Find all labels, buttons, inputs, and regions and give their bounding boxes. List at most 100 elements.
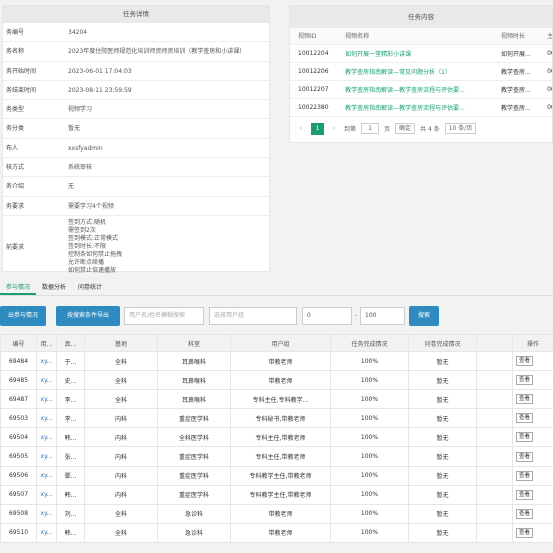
detail-value: 2023-06-01 17:04:03 (68, 67, 132, 75)
row-id: 69484 (0, 350, 37, 372)
row-survey-progress: 暂无 (408, 465, 477, 486)
row-username[interactable]: xy... (36, 503, 57, 524)
next-page-button[interactable]: › (329, 125, 339, 132)
table-row: 69487 xy... 李... 全科 耳鼻喉科 专科主任,专科教学... 100% 暂无 查看 (0, 389, 553, 410)
requirement-line: 如何禁止倍速播放 (68, 266, 117, 274)
video-duration: 教学查房... (493, 98, 540, 117)
row-actions: 查看 (512, 522, 553, 543)
row-department: 急诊科 (157, 522, 231, 543)
row-base: 全科 (84, 389, 158, 410)
detail-key: 务结束时间 (6, 86, 37, 94)
current-page[interactable]: 1 (311, 122, 324, 135)
tab-1[interactable]: 数据分析 (36, 282, 72, 295)
video-column-header: 视频ID (290, 28, 338, 45)
row-username[interactable]: xy... (36, 408, 57, 429)
row-task-progress: 100% (330, 408, 409, 429)
row-username[interactable]: xy... (36, 522, 57, 543)
view-button[interactable]: 查看 (516, 527, 534, 538)
row-user-group: 带教老师 (230, 370, 331, 391)
table-row: 69484 xy... 于... 全科 耳鼻喉科 带教老师 100% 暂无 查看 (0, 350, 553, 372)
detail-row: 务结束时间 2023-08-11 23:59:59 (3, 81, 269, 101)
table-row: 69506 xy... 鄧... 内科 重症医学科 专科教学主任,带教老师 100% 暂无 查看 (0, 465, 553, 486)
row-user-group: 带教老师 (230, 350, 331, 372)
column-header: 用户组 (230, 334, 331, 352)
row-department: 耳鼻喉科 (157, 350, 231, 372)
row-actions: 查看 (512, 503, 553, 524)
row-username[interactable]: xy... (36, 427, 57, 448)
total-count: 共 4 条 (420, 126, 440, 133)
row-username[interactable]: xy... (36, 389, 57, 410)
video-name-link[interactable]: 如何开展一堂精彩小讲课 (337, 44, 494, 63)
table-header: 编号 用... 真... 基地 科室 用户组 任务完成情况 问卷完成情况 操作 (0, 334, 553, 352)
tab-2[interactable]: 问卷统计 (72, 282, 108, 295)
row-spacer (476, 522, 513, 543)
goto-confirm-button[interactable]: 确定 (395, 123, 416, 134)
row-task-progress: 100% (330, 484, 409, 505)
view-button[interactable]: 查看 (516, 432, 534, 443)
detail-row: 核方式 系统审核 (3, 158, 269, 178)
video-speaker: 00:33 (539, 44, 552, 63)
row-spacer (476, 503, 513, 524)
row-username[interactable]: xy... (36, 446, 57, 467)
view-button[interactable]: 查看 (516, 394, 534, 405)
video-duration: 如何开展... (493, 44, 540, 63)
column-header: 用... (36, 334, 57, 352)
detail-row: 务名称 2023年度住院医师规范化培训师资师资培训（教学查房和小讲课） (3, 42, 269, 62)
row-realname: 李... (56, 389, 85, 410)
requirement-line: 允许断点续播 (68, 258, 105, 266)
video-name-link[interactable]: 教学查房指南解读—教学查房流程与评估要... (337, 80, 494, 99)
row-base: 内科 (84, 446, 158, 467)
view-button[interactable]: 查看 (516, 451, 534, 462)
view-button[interactable]: 查看 (516, 470, 534, 481)
export-participation-button[interactable]: 出参与情况 (0, 306, 46, 326)
tab-0[interactable]: 参与情况 (0, 282, 37, 295)
pagination: ‹ 1 › 到第 1 页 确定 共 4 条 10 条/页 (290, 117, 552, 135)
video-speaker: 00:33 (539, 98, 552, 117)
detail-value: 2023年度住院医师规范化培训师资师资培训（教学查房和小讲课） (68, 48, 246, 56)
video-table-body: 10012204如何开展一堂精彩小讲课如何开展...00:3310012206教… (290, 44, 552, 117)
search-input[interactable]: 用户名/姓名模糊搜索 (124, 307, 204, 325)
video-column-header: 主讲 (539, 28, 552, 45)
row-user-group: 专科教学主任,带教老师 (230, 465, 331, 486)
table-row: 69485 xy... 史... 全科 耳鼻喉科 带教老师 100% 暂无 查看 (0, 370, 553, 391)
row-username[interactable]: xy... (36, 370, 57, 391)
row-spacer (476, 408, 513, 429)
goto-page-input[interactable]: 1 (361, 123, 380, 134)
row-username[interactable]: xy... (36, 465, 57, 486)
video-name-link[interactable]: 教学查房指南解读—教学查房流程与评估要... (337, 98, 494, 117)
page-size-select[interactable]: 10 条/页 (444, 123, 477, 134)
detail-value: 暂无 (68, 125, 81, 133)
video-name-link[interactable]: 教学查房指南解读—常见问题分析（1） (337, 62, 494, 81)
range-dash: - (355, 312, 358, 319)
row-id: 69503 (0, 408, 37, 429)
row-user-group: 专科主任,带教老师 (230, 446, 331, 467)
row-department: 急诊科 (157, 503, 231, 524)
row-username[interactable]: xy... (36, 484, 57, 505)
view-button[interactable]: 查看 (516, 489, 534, 500)
row-department: 重症医学科 (157, 484, 231, 505)
view-button[interactable]: 查看 (516, 413, 534, 424)
export-by-search-button[interactable]: 按搜索条件导出 (56, 306, 120, 326)
user-group-select[interactable]: 选择用户组 (209, 307, 297, 325)
row-department: 全科医学科 (157, 427, 231, 448)
row-username[interactable]: xy... (36, 350, 57, 372)
video-id: 10022380 (290, 98, 338, 117)
min-progress-input[interactable]: 0 (302, 307, 352, 325)
toolbar: 出参与情况 按搜索条件导出 用户名/姓名模糊搜索 选择用户组 0 - 100 搜… (0, 306, 553, 326)
requirement-line: 签到方式:随机 (68, 218, 107, 226)
max-progress-input[interactable]: 100 (360, 307, 405, 325)
prev-page-button[interactable]: ‹ (296, 125, 306, 132)
row-base: 全科 (84, 350, 158, 372)
video-table: 视频ID视频名称视频时长主讲 10012204如何开展一堂精彩小讲课如何开展..… (290, 28, 552, 117)
view-button[interactable]: 查看 (516, 356, 534, 367)
row-user-group: 专科主任,带教老师 (230, 427, 331, 448)
search-button[interactable]: 搜索 (409, 306, 439, 326)
view-button[interactable]: 查看 (516, 375, 534, 386)
view-button[interactable]: 查看 (516, 508, 534, 519)
row-actions: 查看 (512, 389, 553, 410)
row-base: 内科 (84, 484, 158, 505)
detail-row: 务类型 视频学习 (3, 100, 269, 120)
task-detail-rows: 务编号 34204 务名称 2023年度住院医师规范化培训师资师资培训（教学查房和小讲… (3, 23, 269, 216)
row-survey-progress: 暂无 (408, 350, 477, 372)
detail-key: 务名称 (6, 48, 25, 56)
